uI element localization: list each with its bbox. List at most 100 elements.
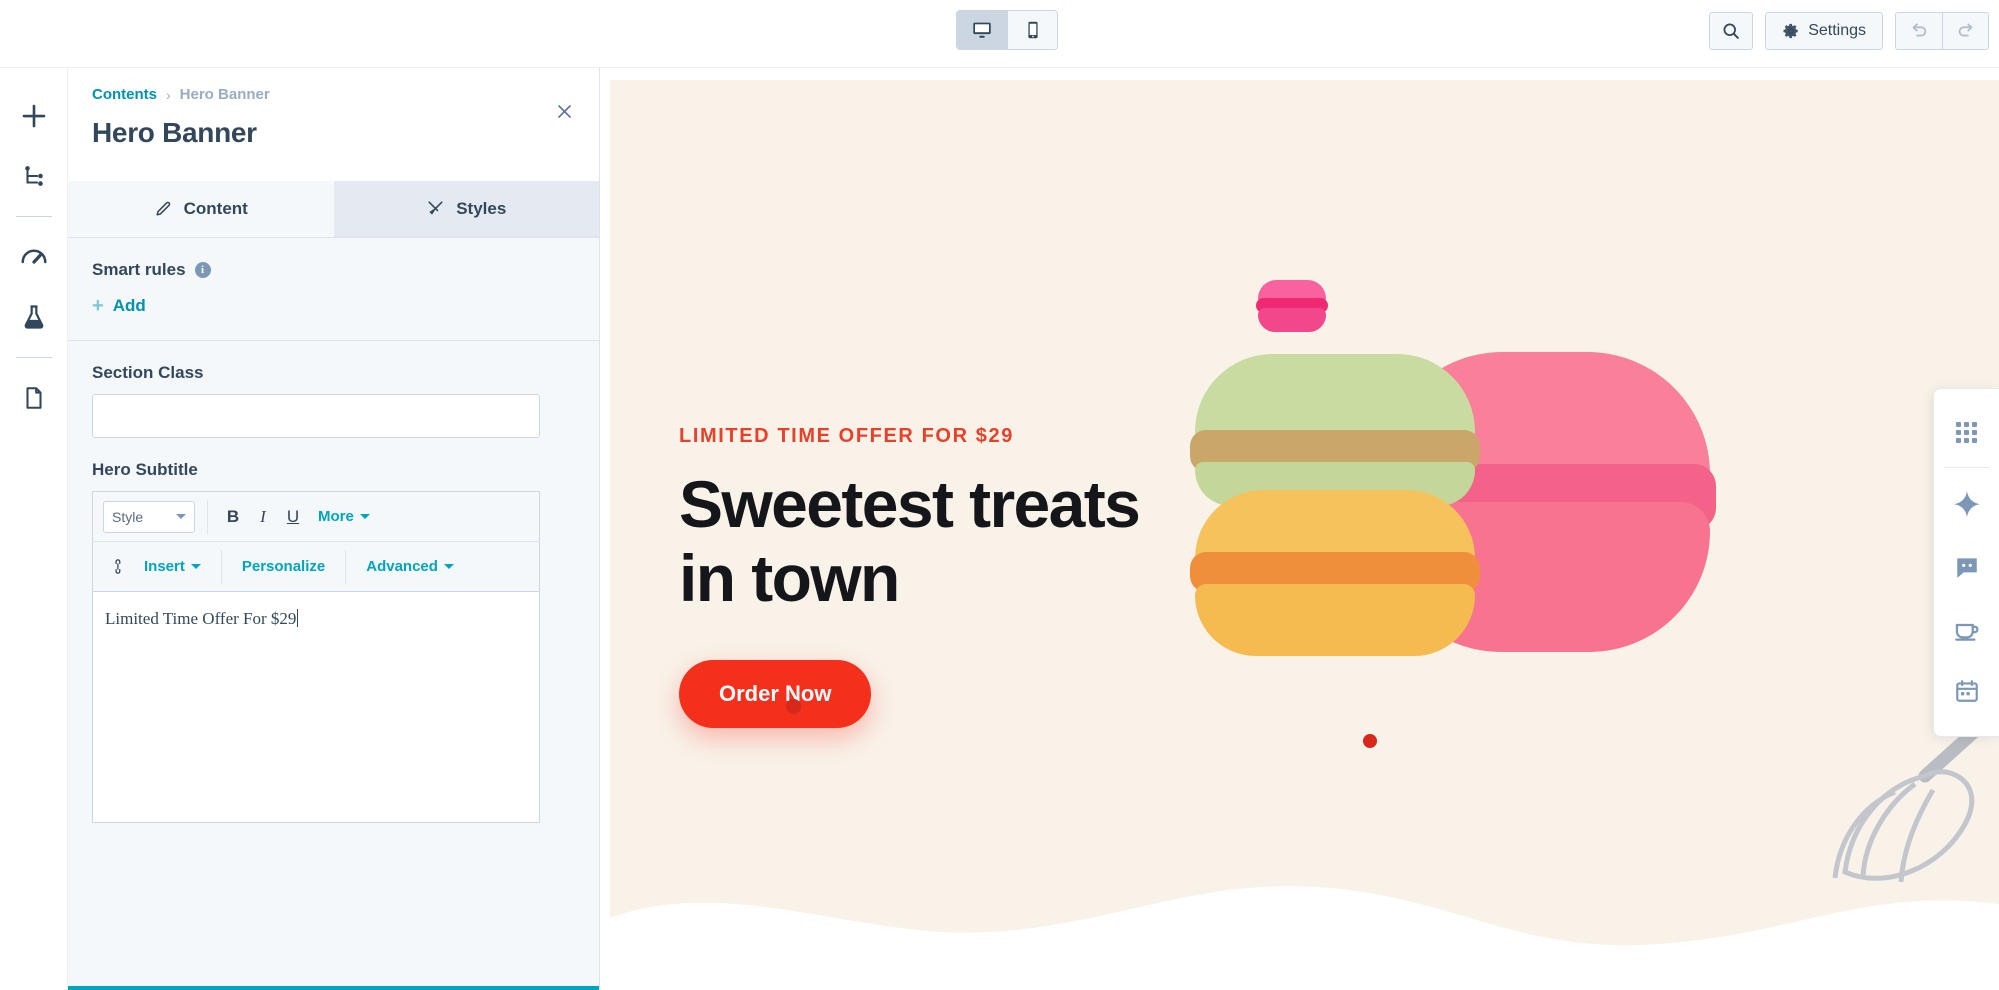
- link-icon[interactable]: [109, 558, 126, 575]
- desktop-view-button[interactable]: [957, 11, 1007, 49]
- order-now-button[interactable]: Order Now: [679, 659, 872, 728]
- calendar-icon: [1955, 680, 1978, 702]
- smart-rules-section: Smart rules i + Add: [68, 238, 599, 341]
- section-class-label: Section Class: [92, 363, 204, 382]
- hero-headline-line-1: Sweetest treats: [679, 467, 1141, 541]
- rail-divider-2: [15, 357, 52, 358]
- macaron-small-pink: [1256, 280, 1328, 332]
- module-editor-panel: Contents › Hero Banner Hero Banner Conte…: [68, 68, 600, 990]
- tab-styles[interactable]: Styles: [333, 181, 599, 237]
- hero-subtitle-field: Hero Subtitle Style B I U More Insert Pe…: [68, 438, 599, 823]
- sidebar-item-optimize[interactable]: [10, 227, 58, 287]
- macaron-green: [1190, 354, 1480, 506]
- sidebar-item-experiments[interactable]: [10, 287, 58, 347]
- settings-button[interactable]: Settings: [1765, 12, 1883, 50]
- insert-label: Insert: [144, 558, 185, 575]
- undo-icon: [1912, 23, 1927, 37]
- rte-toolbar-row-2: Insert Personalize Advanced: [92, 541, 540, 591]
- undo-button[interactable]: [1896, 13, 1942, 49]
- sidebar-item-add-module[interactable]: [10, 86, 58, 146]
- utility-float-panel: [1933, 388, 1999, 737]
- page-title: Hero Banner: [92, 117, 257, 148]
- bold-button[interactable]: B: [220, 501, 246, 533]
- coffee-cup-icon: [1955, 623, 1979, 641]
- info-icon[interactable]: i: [194, 262, 211, 278]
- section-class-input[interactable]: [92, 394, 540, 438]
- desktop-icon: [973, 22, 991, 38]
- chevron-down-icon: [359, 514, 370, 519]
- editor-panel-header: Contents › Hero Banner Hero Banner: [68, 68, 599, 181]
- chevron-down-icon: [176, 514, 186, 519]
- text-cursor: [297, 609, 299, 627]
- close-panel-button[interactable]: [547, 94, 581, 128]
- tab-content-label: Content: [183, 198, 248, 218]
- float-panel-divider: [1944, 467, 1989, 468]
- smart-rules-label: Smart rules: [92, 260, 186, 279]
- meetings-button[interactable]: [1934, 660, 1999, 722]
- hero-banner-module[interactable]: LIMITED TIME OFFER FOR $29 Sweetest trea…: [610, 80, 1999, 972]
- document-icon: [25, 387, 42, 409]
- breeze-button[interactable]: [1934, 598, 1999, 660]
- plus-icon: [22, 104, 45, 128]
- hero-eyebrow: LIMITED TIME OFFER FOR $29: [679, 425, 1014, 447]
- top-toolbar-actions: Settings: [1709, 12, 1989, 50]
- mobile-view-button[interactable]: [1007, 11, 1057, 49]
- chat-icon: [1956, 558, 1977, 578]
- underline-button[interactable]: U: [280, 501, 306, 533]
- panel-progress-bar: [68, 986, 599, 990]
- gauge-icon: [21, 249, 46, 264]
- insert-button[interactable]: Insert: [136, 551, 209, 583]
- italic-button[interactable]: I: [250, 501, 276, 533]
- grid-dots-icon: [1956, 421, 1977, 443]
- ai-assistant-button[interactable]: [1934, 474, 1999, 536]
- personalize-button[interactable]: Personalize: [234, 551, 333, 583]
- close-icon: [557, 104, 571, 118]
- tree-icon: [24, 166, 43, 186]
- brush-icon: [428, 201, 443, 215]
- hero-subtitle-textarea[interactable]: Limited Time Offer For $29: [92, 591, 540, 823]
- style-dropdown[interactable]: Style: [103, 500, 195, 533]
- apps-grid-button[interactable]: [1934, 401, 1999, 463]
- left-icon-rail: [0, 68, 68, 990]
- wave-divider: [610, 886, 1999, 972]
- rich-text-editor: Style B I U More Insert Personalize Adva…: [92, 491, 540, 823]
- section-class-field: Section Class: [68, 341, 599, 438]
- advanced-button[interactable]: Advanced: [358, 551, 462, 583]
- breadcrumb: Contents › Hero Banner: [92, 86, 575, 103]
- breadcrumb-current: Hero Banner: [179, 86, 270, 103]
- toolbar-divider: [345, 549, 347, 584]
- chevron-down-icon: [190, 564, 201, 569]
- more-label: More: [318, 508, 354, 525]
- search-button[interactable]: [1709, 12, 1754, 50]
- hero-subtitle-label: Hero Subtitle: [92, 460, 198, 479]
- chevron-down-icon: [443, 564, 454, 569]
- sidebar-item-page-details[interactable]: [10, 368, 58, 428]
- advanced-label: Advanced: [366, 558, 438, 575]
- macaron-orange: [1190, 490, 1480, 656]
- editor-tabs: Content Styles: [68, 181, 599, 238]
- redo-button[interactable]: [1942, 13, 1988, 49]
- add-smart-rule-label: Add: [112, 296, 146, 315]
- hero-subtitle-text: Limited Time Offer For $29: [105, 609, 297, 628]
- breadcrumb-contents-link[interactable]: Contents: [92, 86, 157, 103]
- chat-button[interactable]: [1934, 536, 1999, 598]
- preview-canvas: LIMITED TIME OFFER FOR $29 Sweetest trea…: [601, 68, 1999, 990]
- plus-icon: +: [92, 295, 104, 317]
- redo-icon: [1958, 23, 1972, 37]
- device-preview-toggle[interactable]: [956, 10, 1058, 50]
- tab-content[interactable]: Content: [68, 181, 334, 237]
- tab-styles-label: Styles: [456, 198, 507, 218]
- undo-redo-group: [1895, 12, 1989, 50]
- toolbar-divider: [220, 549, 222, 584]
- flask-icon: [24, 305, 43, 329]
- sidebar-item-content-tree[interactable]: [10, 146, 58, 206]
- toolbar-divider: [207, 499, 208, 534]
- add-smart-rule-button[interactable]: + Add: [92, 296, 575, 316]
- sparkle-icon: [1953, 490, 1980, 518]
- settings-label: Settings: [1808, 22, 1866, 39]
- gear-icon: [1783, 23, 1798, 39]
- more-formatting-button[interactable]: More: [310, 501, 378, 533]
- decorative-dot: [1363, 734, 1377, 748]
- mobile-icon: [1027, 21, 1038, 39]
- rte-toolbar-row-1: Style B I U More: [92, 491, 540, 541]
